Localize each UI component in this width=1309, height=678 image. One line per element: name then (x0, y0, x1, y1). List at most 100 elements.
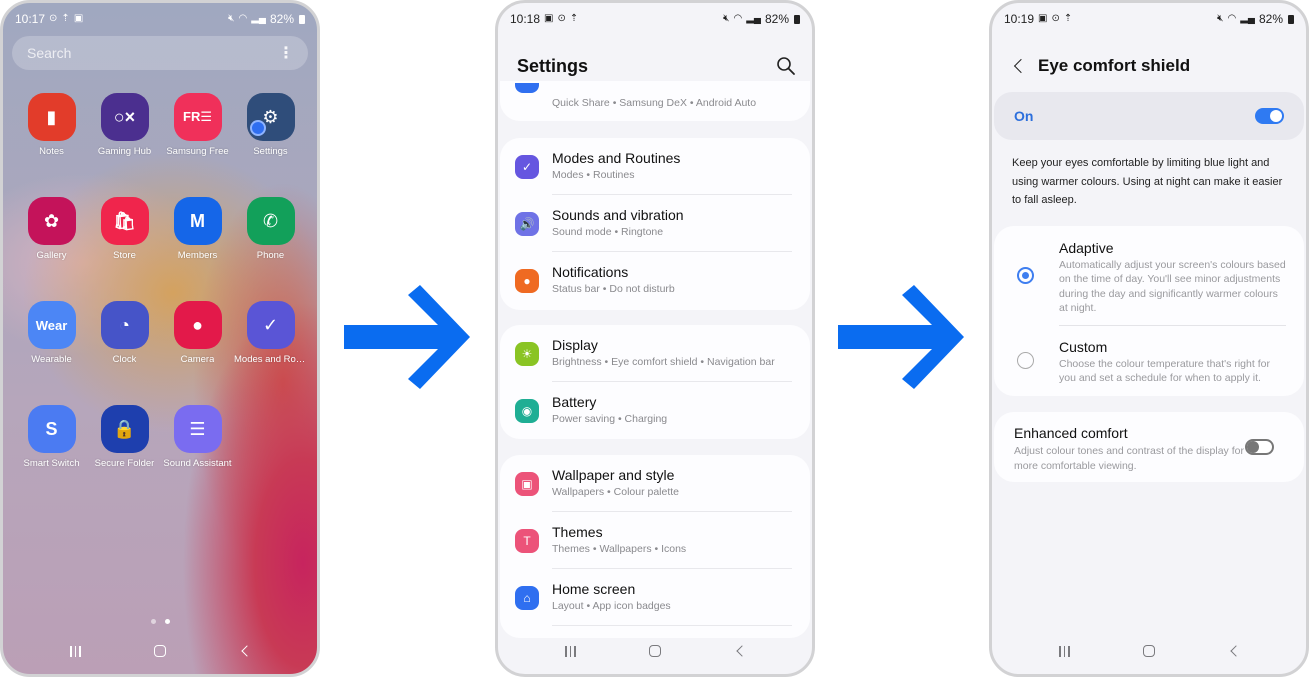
sync-icon: ⊙ (49, 13, 58, 24)
row-subtitle: Brightness • Eye comfort shield • Naviga… (552, 356, 775, 368)
image-icon: ▣ (1038, 13, 1048, 24)
home-icon (1142, 645, 1155, 657)
adaptive-radio[interactable] (1017, 267, 1034, 284)
app-phone[interactable]: ✆ Phone (234, 197, 307, 261)
settings-row-sounds-and-vibration[interactable]: 🔊 Sounds and vibration Sound mode • Ringto… (500, 195, 810, 252)
settings-row-battery[interactable]: ◉ Battery Power saving • Charging (500, 382, 810, 439)
app-label: Camera (180, 354, 215, 365)
wallpaper-icon: ▣ (515, 472, 539, 496)
image-icon: ▣ (544, 13, 554, 24)
app-secure-folder[interactable]: 🔒 Secure Folder (88, 405, 161, 469)
page-dot-active[interactable] (164, 619, 170, 624)
app-gallery-flower[interactable]: ✿ Gallery (15, 197, 88, 261)
app-sound-assistant[interactable]: ☰ Sound Assistant (161, 405, 234, 469)
signal-icon: ▂▄ (1240, 13, 1255, 24)
more-options-icon[interactable]: ⋮ (278, 43, 294, 63)
custom-radio[interactable] (1017, 352, 1034, 369)
app-search-bar[interactable]: Search ⋮ (12, 36, 308, 70)
battery-percent: 82% (1258, 12, 1283, 26)
back-button[interactable] (1214, 640, 1254, 662)
enhanced-comfort-title: Enhanced comfort (1014, 425, 1128, 441)
signal-icon: ▂▄ (251, 13, 266, 24)
back-arrow-icon[interactable] (1013, 58, 1029, 74)
app-store-bag[interactable]: 🛍 Store (88, 197, 161, 261)
sync-icon: ⊙ (1051, 13, 1060, 24)
option-title: Adaptive (1059, 240, 1114, 256)
connected-devices-icon (515, 83, 539, 93)
display-sun-icon: ☀ (515, 342, 539, 366)
back-icon (1229, 645, 1242, 657)
search-icon[interactable] (776, 56, 796, 76)
status-time: 10:17 (15, 12, 46, 26)
home-button[interactable] (1129, 640, 1169, 662)
app-members[interactable]: M Members (161, 197, 234, 261)
settings-row-wallpaper-and-style[interactable]: ▣ Wallpaper and style Wallpapers • Colour … (500, 455, 810, 512)
master-switch-row[interactable]: On (994, 92, 1304, 140)
home-button[interactable] (140, 640, 180, 662)
navigation-bar (992, 640, 1306, 662)
notes-icon: ▮ (27, 93, 76, 141)
page-dot[interactable] (150, 619, 156, 624)
app-label: Members (177, 250, 218, 261)
recents-button[interactable] (1044, 640, 1084, 662)
row-subtitle: Modes • Routines (552, 169, 635, 181)
app-camera[interactable]: ● Camera (161, 301, 234, 365)
wearable-icon: Wear (27, 301, 76, 349)
app-wearable[interactable]: Wear Wearable (15, 301, 88, 365)
phone-home-screen: 10:17 ⊙ ⇡ ▣ 🔇︎ ◠ ▂▄ 82% Search ⋮ ▮ Notes ○… (0, 0, 320, 677)
app-modes-routines[interactable]: ✓ Modes and Rout... (234, 301, 307, 365)
home-icon: ⌂ (515, 586, 539, 610)
wifi-icon: ◠ (1227, 13, 1237, 24)
row-subtitle: Sound mode • Ringtone (552, 226, 664, 238)
enhanced-comfort-toggle[interactable] (1245, 439, 1274, 455)
home-button[interactable] (635, 640, 675, 662)
phone-settings-screen: 10:18 ▣ ⊙ ⇡ 🔇︎ ◠ ▂▄ 82% Settings Quick S… (495, 0, 815, 677)
navigation-bar (3, 640, 317, 662)
option-custom[interactable]: Custom Choose the colour temperature tha… (994, 326, 1304, 396)
app-samsung-free[interactable]: FR☰ Samsung Free (161, 93, 234, 157)
app-settings-gear[interactable]: ⚙ Settings (234, 93, 307, 157)
master-toggle-switch[interactable] (1255, 108, 1284, 124)
row-title: Home screen (552, 581, 636, 597)
row-subtitle: Wallpapers • Colour palette (552, 486, 680, 498)
gallery-flower-icon: ✿ (27, 197, 76, 245)
feature-description: Keep your eyes comfortable by limiting b… (1012, 157, 1283, 206)
status-time: 10:18 (510, 12, 541, 26)
settings-row-display[interactable]: ☀ Display Brightness • Eye comfort shield … (500, 325, 810, 382)
row-text: Wallpaper and style Wallpapers • Colour p… (552, 467, 679, 498)
option-adaptive[interactable]: Adaptive Automatically adjust your scree… (994, 226, 1304, 325)
back-button[interactable] (225, 640, 265, 662)
back-button[interactable] (720, 640, 760, 662)
sync-icon: ⊙ (557, 13, 566, 24)
recents-button[interactable] (550, 640, 590, 662)
row-title: Display (552, 337, 598, 353)
row-subtitle: Quick Share • Samsung DeX • Android Auto (552, 97, 757, 109)
samsung-free-icon: FR☰ (173, 93, 222, 141)
row-title: Sounds and vibration (552, 207, 684, 223)
camera-icon: ● (173, 301, 222, 349)
wifi-icon: ◠ (238, 13, 248, 24)
connected-devices-row-partial[interactable]: Quick Share • Samsung DeX • Android Auto (500, 81, 810, 121)
row-text: Display Brightness • Eye comfort shield •… (552, 337, 775, 368)
recents-icon (70, 645, 81, 657)
app-clock[interactable]: ◔ Clock (88, 301, 161, 365)
sound-assistant-icon: ☰ (173, 405, 222, 453)
settings-row-notifications[interactable]: ● Notifications Status bar • Do not distur… (500, 252, 810, 309)
recents-button[interactable] (55, 640, 95, 662)
app-notes[interactable]: ▮ Notes (15, 93, 88, 157)
enhanced-comfort-row[interactable]: Enhanced comfort Adjust colour tones and… (994, 412, 1304, 482)
row-title: Modes and Routines (552, 150, 681, 166)
row-subtitle: Power saving • Charging (552, 413, 668, 425)
app-label: Wearable (31, 354, 72, 365)
app-gaming-hub[interactable]: ○× Gaming Hub (88, 93, 161, 157)
mute-icon: 🔇︎ (723, 13, 730, 24)
settings-row-themes[interactable]: T Themes Themes • Wallpapers • Icons (500, 512, 810, 569)
app-label: Store (113, 250, 136, 261)
row-text: Themes Themes • Wallpapers • Icons (552, 524, 686, 555)
settings-row-modes-and-routines[interactable]: ✓ Modes and Routines Modes • Routines (500, 138, 810, 195)
settings-row-home-screen[interactable]: ⌂ Home screen Layout • App icon badges (500, 569, 810, 626)
upload-icon: ⇡ (61, 13, 70, 24)
row-text: Modes and Routines Modes • Routines (552, 150, 680, 181)
app-smart-switch[interactable]: S Smart Switch (15, 405, 88, 469)
row-subtitle: Layout • App icon badges (552, 600, 671, 612)
